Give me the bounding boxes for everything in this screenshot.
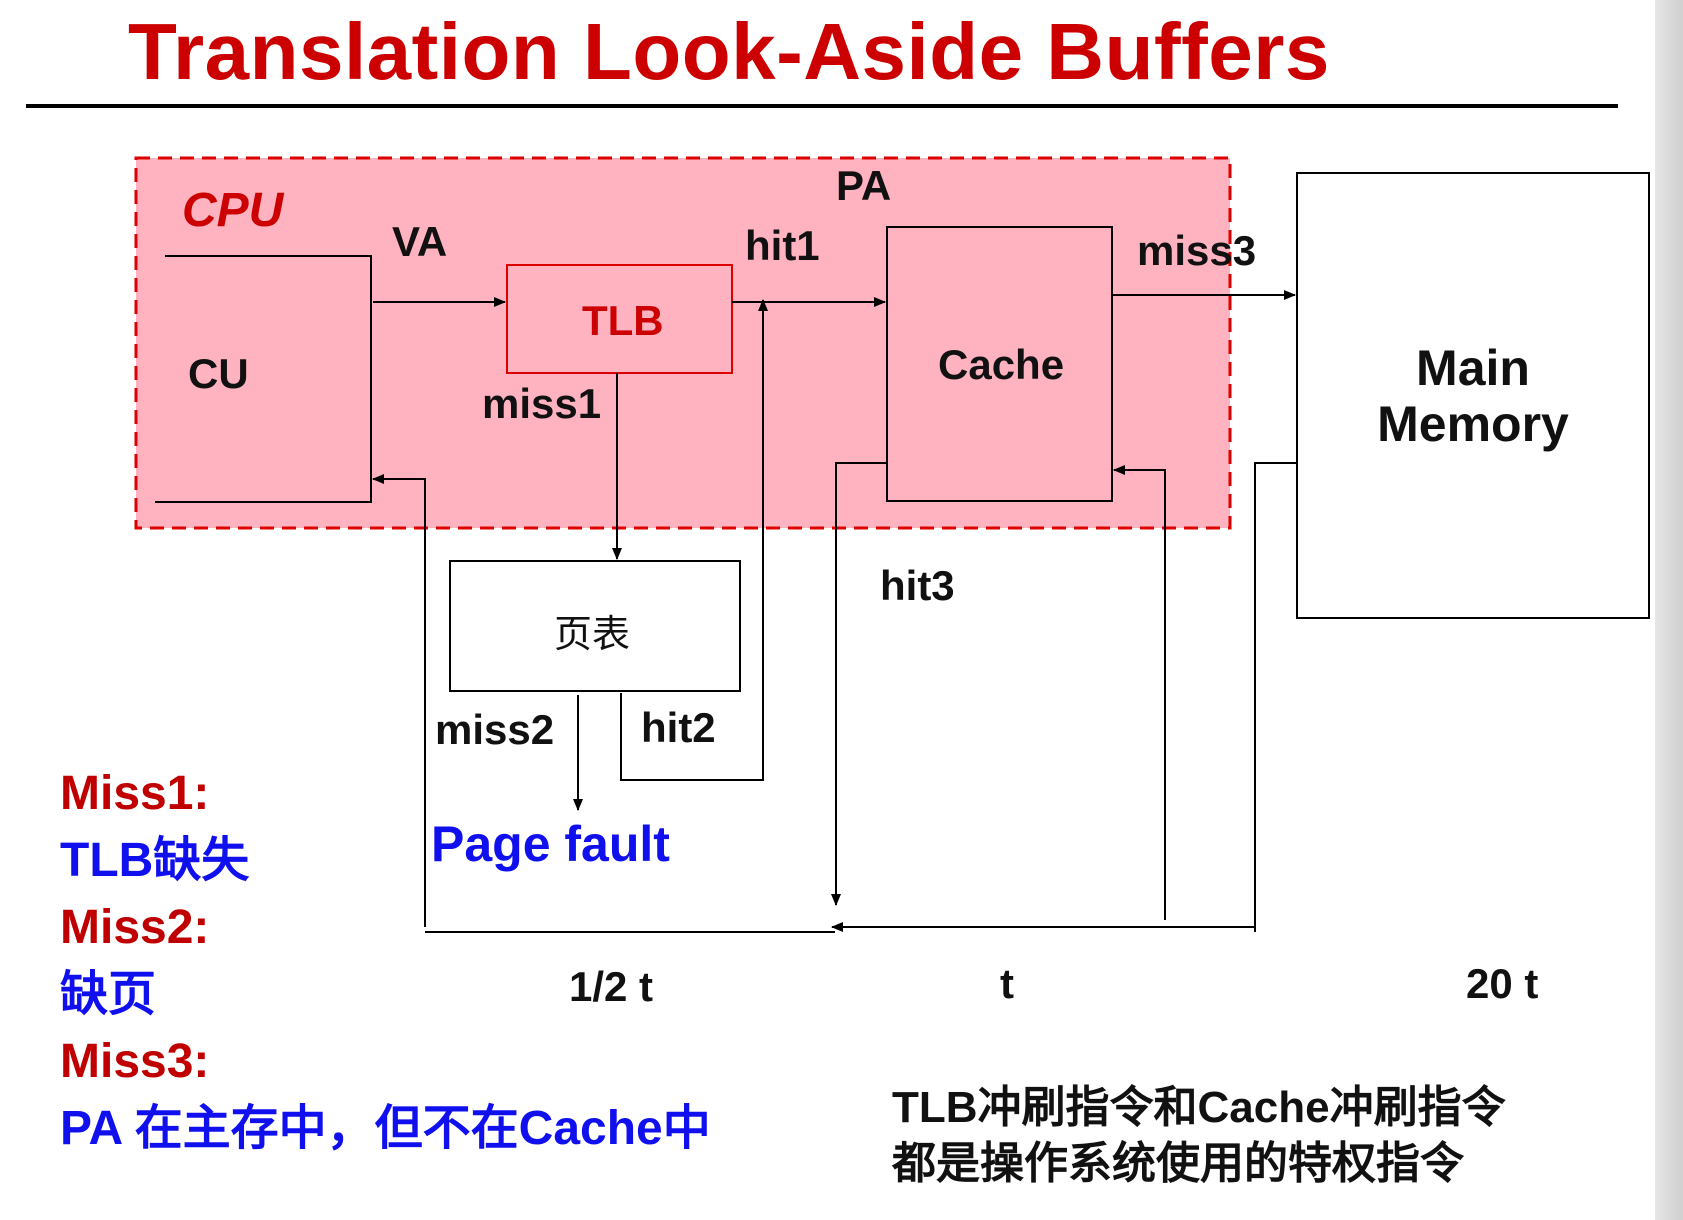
- legend-miss2-key: Miss2:: [60, 901, 210, 954]
- main-memory-line1: Main: [1416, 340, 1530, 396]
- time-20t-label: 20 t: [1466, 960, 1539, 1007]
- hit2-label: hit2: [641, 704, 716, 751]
- note-line1: TLB冲刷指令和Cache冲刷指令: [892, 1083, 1506, 1132]
- cache-fill-path: [1113, 465, 1166, 920]
- main-memory-label: Main Memory: [1297, 340, 1649, 452]
- cu-label: CU: [188, 350, 249, 397]
- tlb-label: TLB: [582, 297, 664, 344]
- legend-miss3-value: PA 在主存中，但不在Cache中: [60, 1102, 711, 1155]
- time-t-label: t: [1000, 960, 1014, 1007]
- legend-miss1-key: Miss1:: [60, 767, 210, 820]
- main-memory-line2: Memory: [1377, 396, 1569, 452]
- note-line2: 都是操作系统使用的特权指令: [892, 1139, 1464, 1188]
- legend-miss3-key: Miss3:: [60, 1035, 210, 1088]
- cache-label: Cache: [938, 341, 1065, 388]
- va-label: VA: [392, 218, 448, 265]
- hit3-label: hit3: [880, 562, 955, 609]
- miss-legend: Miss1: TLB缺失 Miss2: 缺页 Miss3: PA 在主存中，但不…: [60, 760, 711, 1162]
- legend-miss2-value: 缺页: [60, 968, 157, 1021]
- memory-return-path: [1254, 462, 1297, 932]
- hit1-label: hit1: [745, 222, 820, 269]
- miss3-label: miss3: [1137, 227, 1257, 274]
- flush-instruction-note: TLB冲刷指令和Cache冲刷指令 都是操作系统使用的特权指令: [892, 1080, 1506, 1192]
- miss2-label: miss2: [435, 706, 555, 753]
- page-table-label: 页表: [554, 612, 631, 656]
- pa-label: PA: [836, 162, 892, 209]
- miss1-label: miss1: [482, 380, 602, 427]
- legend-miss1-value: TLB缺失: [60, 834, 250, 887]
- cpu-label: CPU: [182, 184, 284, 237]
